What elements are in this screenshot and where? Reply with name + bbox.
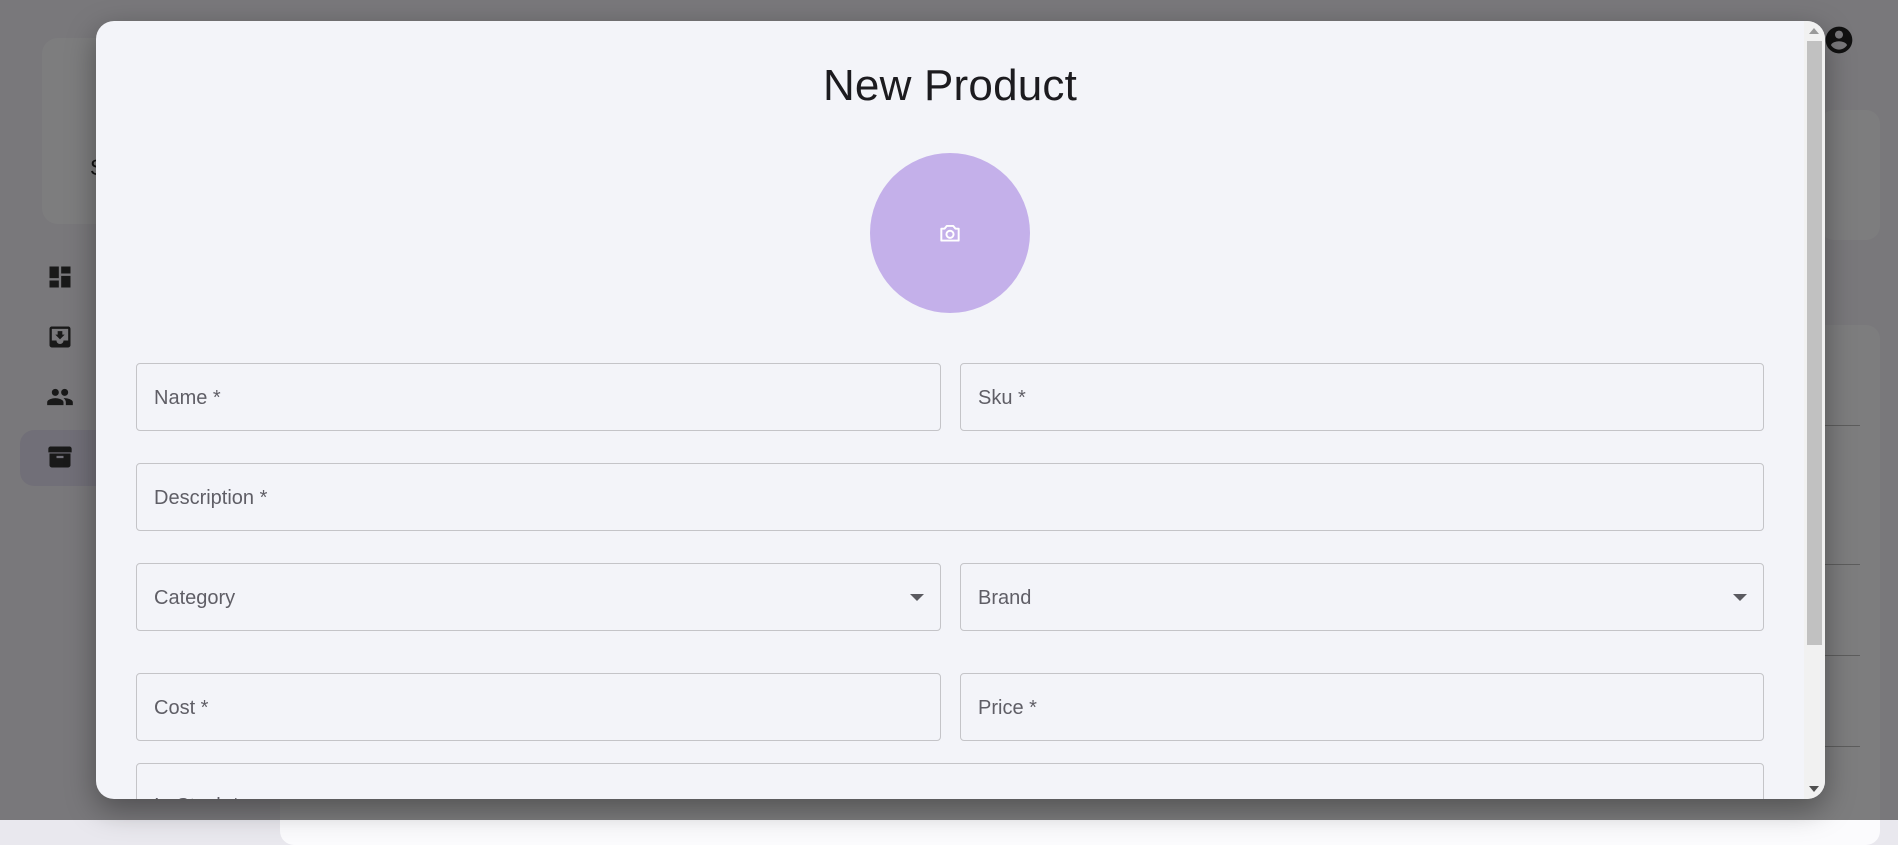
dialog-scrollbar[interactable] <box>1804 21 1825 799</box>
camera-icon <box>940 224 960 242</box>
cost-field[interactable]: Cost * <box>136 673 941 741</box>
category-select-label: Category <box>154 587 236 609</box>
new-product-dialog: New Product Name * Sku * Description * C… <box>96 21 1825 799</box>
description-field-label: Description * <box>154 487 268 509</box>
in-stock-field-label: In Stock * <box>154 772 240 799</box>
dialog-title: New Product <box>822 61 1078 110</box>
product-image-upload[interactable] <box>870 153 1030 313</box>
price-field-label: Price * <box>978 697 1037 719</box>
in-stock-field[interactable]: In Stock * <box>136 763 1764 799</box>
dialog-content: New Product Name * Sku * Description * C… <box>96 21 1804 799</box>
name-field[interactable]: Name * <box>136 363 941 431</box>
dropdown-arrow-icon <box>910 594 924 601</box>
scroll-up-arrow-icon[interactable] <box>1809 28 1819 34</box>
scroll-down-arrow-icon[interactable] <box>1809 786 1819 792</box>
description-field[interactable]: Description * <box>136 463 1764 531</box>
brand-select-label: Brand <box>978 587 1032 609</box>
price-field[interactable]: Price * <box>960 673 1764 741</box>
cost-field-label: Cost * <box>154 697 209 719</box>
category-select[interactable]: Category <box>136 563 941 631</box>
dropdown-arrow-icon <box>1733 594 1747 601</box>
scrollbar-thumb[interactable] <box>1807 41 1822 645</box>
name-field-label: Name * <box>154 387 221 409</box>
brand-select[interactable]: Brand <box>960 563 1764 631</box>
sku-field[interactable]: Sku * <box>960 363 1764 431</box>
sku-field-label: Sku * <box>978 387 1026 409</box>
